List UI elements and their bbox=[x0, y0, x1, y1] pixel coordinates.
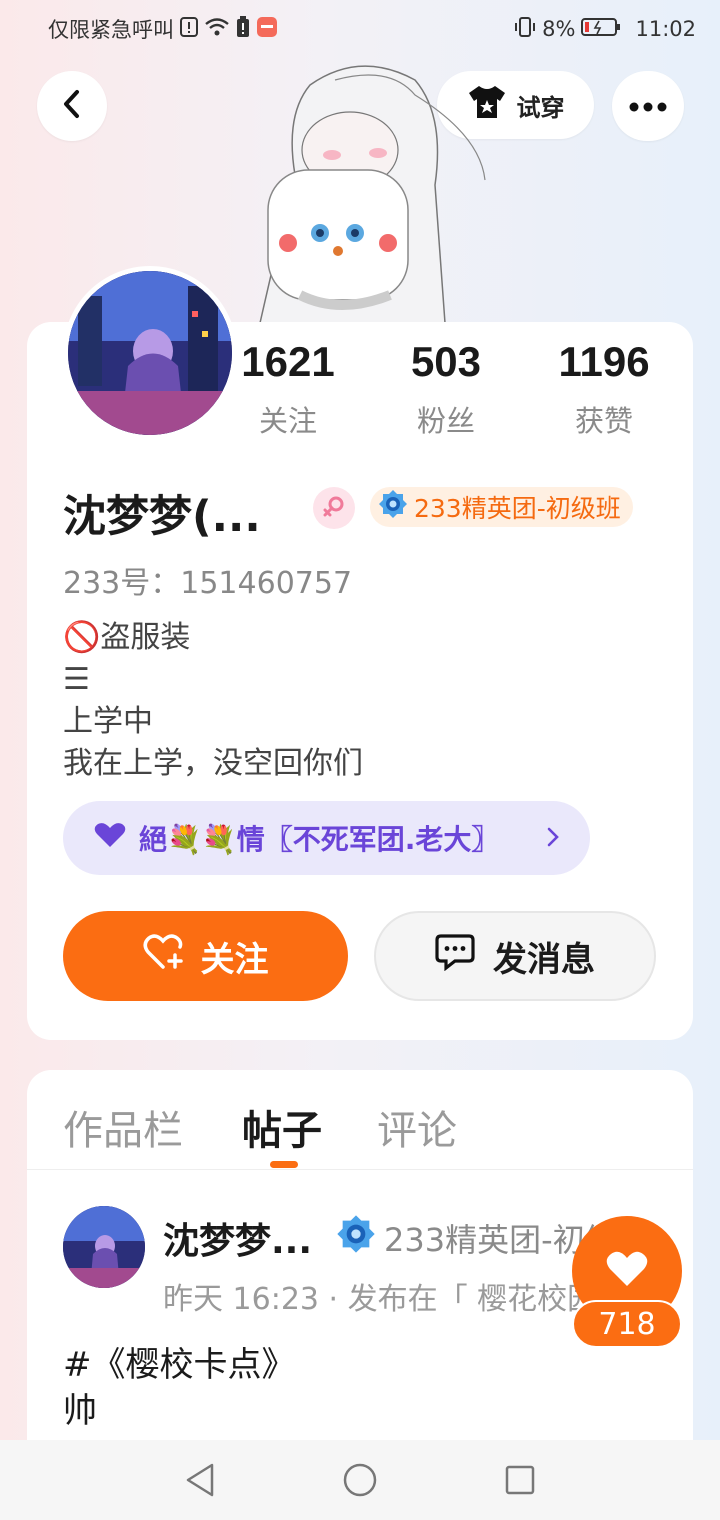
tab-comments[interactable]: 评论 bbox=[377, 1098, 457, 1156]
elite-badge-label: 233精英团-初级班 bbox=[414, 494, 621, 523]
guild-banner[interactable]: 絕💐💐情〖不死军团.老大〗 bbox=[63, 801, 590, 875]
more-button[interactable] bbox=[612, 71, 684, 141]
heart-plus-icon bbox=[143, 933, 185, 980]
stat-followers[interactable]: 503 粉丝 bbox=[366, 340, 526, 440]
tab-posts[interactable]: 帖子 bbox=[242, 1098, 322, 1156]
follow-label: 关注 bbox=[200, 939, 269, 980]
status-bar: 仅限紧急呼叫 8% 11:02 bbox=[0, 0, 720, 58]
post-line: #《樱校卡点》 bbox=[63, 1345, 296, 1385]
app-notify-icon bbox=[256, 16, 278, 43]
elite-medal-icon bbox=[336, 1214, 376, 1262]
nav-home-button[interactable] bbox=[338, 1458, 382, 1502]
bio-line: 我在上学，没空回你们 bbox=[63, 746, 363, 781]
message-label: 发消息 bbox=[493, 939, 595, 980]
post-line: 帅 bbox=[63, 1391, 97, 1431]
chevron-right-icon bbox=[546, 822, 560, 855]
post-meta: 昨天 16:23 · 发布在「 樱花校园模拟器 bbox=[163, 1282, 593, 1317]
user-id: 233号：151460757 bbox=[63, 566, 353, 601]
elite-medal-icon bbox=[378, 489, 408, 525]
guild-label: 絕💐💐情〖不死军团.老大〗 bbox=[139, 823, 500, 856]
bio-line: ☰ bbox=[63, 662, 90, 697]
more-dots-icon bbox=[628, 97, 668, 116]
post-body[interactable]: #《樱校卡点》 帅 bbox=[63, 1342, 296, 1434]
stat-label: 关注 bbox=[258, 404, 317, 438]
profile-mascot-image bbox=[240, 55, 500, 325]
follow-button[interactable]: 关注 bbox=[63, 911, 348, 1001]
stat-value: 1196 bbox=[558, 338, 650, 385]
stat-following[interactable]: 1621 关注 bbox=[208, 340, 368, 440]
system-nav-bar bbox=[0, 1440, 720, 1520]
stats-row: 1621 关注 503 粉丝 1196 获赞 bbox=[0, 340, 720, 440]
message-button[interactable]: 发消息 bbox=[374, 911, 656, 1001]
stat-likes[interactable]: 1196 获赞 bbox=[524, 340, 684, 440]
tab-works[interactable]: 作品栏 bbox=[63, 1098, 183, 1156]
nav-back-button[interactable] bbox=[178, 1458, 222, 1502]
stat-value: 1621 bbox=[241, 338, 335, 385]
stat-value: 503 bbox=[410, 338, 482, 385]
profile-name: 沈梦梦(... bbox=[63, 492, 261, 542]
vibrate-icon bbox=[514, 16, 536, 43]
divider bbox=[27, 1169, 693, 1170]
back-button[interactable] bbox=[37, 71, 107, 141]
female-icon bbox=[313, 487, 355, 529]
like-count: 718 bbox=[572, 1300, 682, 1348]
battery-icon bbox=[581, 17, 621, 42]
bio-line: 上学中 bbox=[63, 704, 153, 739]
chat-bubble-icon bbox=[435, 933, 475, 980]
post-author-avatar[interactable] bbox=[63, 1206, 145, 1288]
stat-label: 获赞 bbox=[574, 404, 633, 438]
bio-line: 🚫盗服装 bbox=[63, 620, 191, 655]
active-tab-indicator bbox=[270, 1161, 298, 1168]
alert-icon bbox=[180, 16, 198, 43]
carrier-text: 仅限紧急呼叫 bbox=[48, 18, 174, 42]
profile-bio: 🚫盗服装 ☰ 上学中 我在上学，没空回你们 bbox=[63, 617, 363, 785]
try-on-label: 试穿 bbox=[516, 93, 565, 122]
heart-icon bbox=[605, 1249, 649, 1293]
elite-badge[interactable]: 233精英团-初级班 bbox=[370, 487, 633, 527]
wifi-icon bbox=[204, 17, 230, 42]
battery-warning-icon bbox=[236, 15, 250, 43]
heart-icon bbox=[93, 821, 127, 856]
battery-percent: 8% bbox=[542, 17, 576, 41]
post-author-name[interactable]: 沈梦梦... bbox=[163, 1212, 312, 1264]
nav-recents-button[interactable] bbox=[498, 1458, 542, 1502]
stat-label: 粉丝 bbox=[416, 404, 475, 438]
clock-time: 11:02 bbox=[635, 17, 696, 41]
back-arrow-icon bbox=[60, 89, 84, 123]
